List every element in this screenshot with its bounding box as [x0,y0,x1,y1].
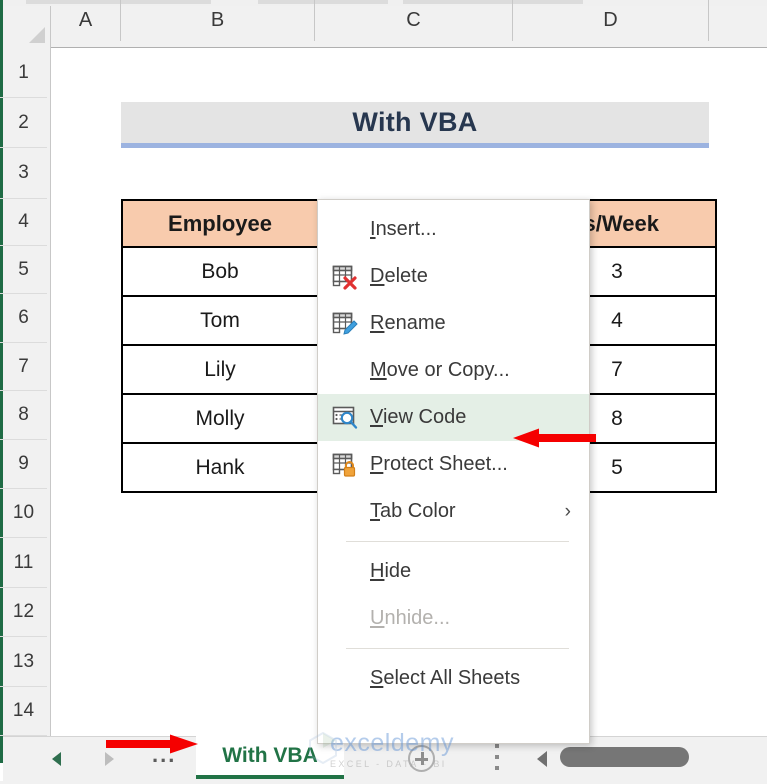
column-header-a-label: A [78,9,93,31]
sheet-title-banner[interactable]: With VBA [121,102,709,148]
row-header-5[interactable]: 5 [0,246,47,294]
table-header-employee: Employee [121,199,319,248]
row-header-label: 7 [18,355,29,377]
cell-employee[interactable]: Molly [121,393,319,444]
menu-item-delete-label: Delete [370,265,428,287]
row-header-14[interactable]: 14 [0,687,47,736]
protect-sheet-icon [318,441,370,488]
delete-sheet-icon [318,253,370,300]
row-header-label: 6 [18,307,29,328]
select-all-triangle-icon [29,27,45,43]
sheet-tab-context-menu: Insert... Delete Rename Move or Copy... … [317,199,590,744]
hide-icon-slot [318,548,370,595]
rename-sheet-icon [318,300,370,347]
row-header-11[interactable]: 11 [0,538,47,588]
tab-color-icon-slot [318,488,370,535]
menu-item-protect-sheet-label: Protect Sheet... [370,453,508,475]
excel-window: A B C D 1 2 3 4 5 6 7 8 9 10 11 12 13 14… [0,0,767,784]
row-header-label: 9 [18,453,29,474]
cell-employee[interactable]: Hank [121,442,319,493]
horizontal-scroll-left-arrow-icon[interactable] [537,751,547,767]
cell-employee[interactable]: Bob [121,246,319,297]
menu-item-rename-label: Rename [370,312,446,334]
view-code-icon [318,394,370,441]
row-header-7[interactable]: 7 [0,343,47,391]
insert-icon-slot [318,206,370,253]
tab-bar-more-options-icon[interactable] [495,744,500,774]
annotation-arrow-view-code [513,427,596,449]
row-header-label: 1 [18,61,29,83]
menu-item-insert-label: Insert... [370,218,437,240]
row-header-label: 12 [12,601,35,622]
menu-item-move-or-copy-label: Move or Copy... [370,359,510,381]
menu-item-select-all-sheets[interactable]: Select All Sheets [318,655,589,702]
menu-item-hide-label: Hide [370,560,412,582]
menu-item-unhide: Unhide... [318,595,589,642]
annotation-arrow-sheet-tab [106,733,198,755]
row-header-12[interactable]: 12 [0,588,47,637]
add-sheet-button[interactable] [408,745,435,772]
row-header-6[interactable]: 6 [0,294,47,343]
column-header-b[interactable]: B [121,0,315,41]
row-header-1[interactable]: 1 [0,48,47,98]
column-header-b-label: B [210,9,225,31]
select-all-corner[interactable] [3,6,51,48]
menu-item-hide[interactable]: Hide [318,548,589,595]
row-header-8[interactable]: 8 [0,391,47,440]
row-header-label: 2 [18,111,29,133]
cell-employee[interactable]: Tom [121,295,319,346]
row-header-label: 5 [18,258,29,280]
column-header-a[interactable]: A [51,0,121,41]
previous-sheet-arrow-icon[interactable] [52,752,61,766]
row-header-label: 3 [18,162,29,183]
sheet-title-text: With VBA [352,107,478,137]
row-header-10[interactable]: 10 [0,489,47,538]
select-all-sheets-icon-slot [318,655,370,702]
horizontal-scrollbar-thumb[interactable] [560,747,689,767]
column-header-c[interactable]: C [315,0,513,41]
row-header-label: 13 [12,650,35,672]
menu-separator [346,541,569,542]
column-header-d[interactable]: D [513,0,709,41]
menu-item-insert[interactable]: Insert... [318,206,589,253]
horizontal-scrollbar[interactable] [560,747,767,767]
chevron-right-icon: › [564,501,571,522]
row-header-13[interactable]: 13 [0,637,47,687]
row-header-label: 4 [18,211,29,232]
menu-item-tab-color[interactable]: Tab Color › [318,488,589,535]
menu-item-unhide-label: Unhide... [370,607,451,629]
unhide-icon-slot [318,595,370,642]
row-header-9[interactable]: 9 [0,440,47,489]
row-header-label: 14 [12,700,35,721]
sheet-tab-label: With VBA [222,743,318,767]
row-header-label: 11 [13,551,34,573]
row-header-3[interactable]: 3 [0,148,47,199]
row-header-label: 10 [12,502,35,523]
move-or-copy-icon-slot [318,347,370,394]
menu-item-view-code-label: View Code [370,406,467,428]
cell-employee[interactable]: Lily [121,344,319,395]
menu-item-rename[interactable]: Rename [318,300,589,347]
menu-separator [346,648,569,649]
menu-item-tab-color-label: Tab Color [370,500,456,522]
menu-item-delete[interactable]: Delete [318,253,589,300]
row-header-2[interactable]: 2 [0,98,47,148]
column-header-c-label: C [406,9,421,31]
column-header-d-label: D [603,9,618,31]
row-header-4[interactable]: 4 [0,199,47,246]
row-header-label: 8 [18,404,29,425]
menu-item-move-or-copy[interactable]: Move or Copy... [318,347,589,394]
menu-item-select-all-sheets-label: Select All Sheets [370,667,521,689]
